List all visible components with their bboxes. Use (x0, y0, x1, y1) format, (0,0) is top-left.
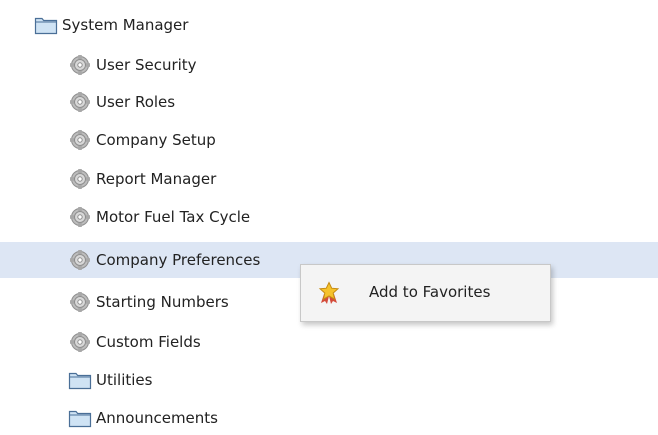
tree-item-label: Announcements (96, 409, 218, 427)
gear-icon (68, 292, 92, 312)
gear-icon (68, 130, 92, 150)
gear-icon (68, 250, 92, 270)
tree-item-system-manager[interactable]: System Manager (0, 9, 658, 41)
tree-item-company-setup[interactable]: Company Setup (0, 124, 658, 156)
folder-icon (34, 15, 58, 35)
tree-item-label: Company Setup (96, 131, 216, 149)
gear-icon (68, 169, 92, 189)
gear-icon (68, 207, 92, 227)
tree-item-motor-fuel-tax-cycle[interactable]: Motor Fuel Tax Cycle (0, 201, 658, 233)
gear-icon (68, 92, 92, 112)
tree-item-label: Company Preferences (96, 251, 261, 269)
tree-item-label: User Roles (96, 93, 176, 111)
navigation-panel: System Manager User Security User Roles … (0, 0, 658, 435)
tree-item-label: System Manager (62, 16, 189, 34)
tree-item-user-security[interactable]: User Security (0, 49, 658, 81)
context-menu: Add to Favorites (300, 264, 551, 322)
tree-item-user-roles[interactable]: User Roles (0, 86, 658, 118)
favorite-star-icon (317, 281, 341, 305)
tree-item-report-manager[interactable]: Report Manager (0, 163, 658, 195)
tree-item-label: Starting Numbers (96, 293, 229, 311)
tree-item-announcements[interactable]: Announcements (0, 402, 658, 434)
tree-item-custom-fields[interactable]: Custom Fields (0, 326, 658, 358)
menu-item-label: Add to Favorites (369, 283, 491, 301)
tree-item-label: Utilities (96, 371, 153, 389)
gear-icon (68, 55, 92, 75)
tree-item-label: Custom Fields (96, 333, 201, 351)
tree-item-label: Report Manager (96, 170, 217, 188)
gear-icon (68, 332, 92, 352)
tree-item-label: User Security (96, 56, 197, 74)
folder-icon (68, 370, 92, 390)
add-to-favorites-menu-item[interactable]: Add to Favorites (301, 265, 550, 321)
folder-icon (68, 408, 92, 428)
tree-item-label: Motor Fuel Tax Cycle (96, 208, 251, 226)
tree-item-utilities[interactable]: Utilities (0, 364, 658, 396)
